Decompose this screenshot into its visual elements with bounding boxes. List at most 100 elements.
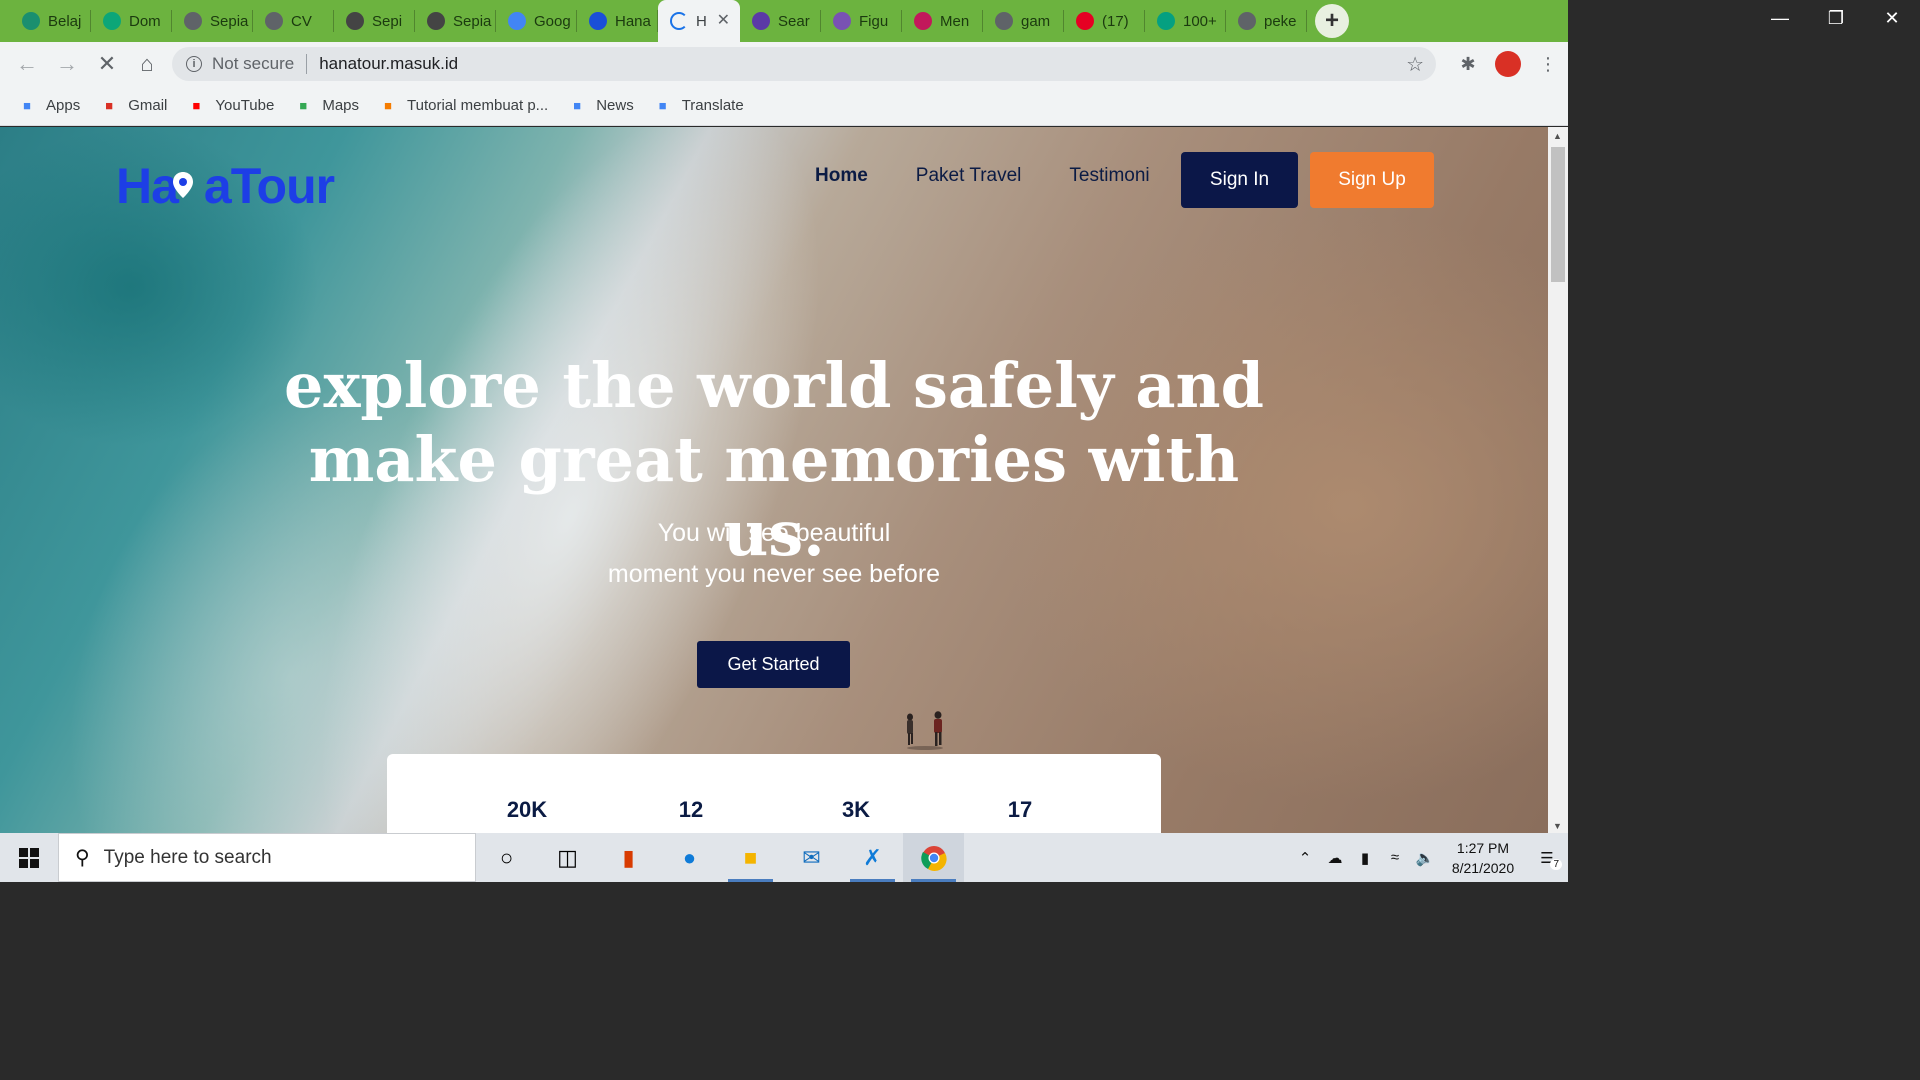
- windows-start-icon[interactable]: [0, 833, 58, 882]
- diamond-icon: [103, 12, 121, 30]
- loading-icon: [670, 12, 688, 30]
- logo-text-start: Ha: [116, 158, 178, 214]
- toolbar-right: ✱ ⋮: [1448, 42, 1568, 86]
- address-bar[interactable]: i Not secure hanatour.masuk.id ☆: [172, 47, 1436, 81]
- chevron-up-icon[interactable]: ⌃: [1290, 849, 1320, 867]
- browser-tab[interactable]: (17): [1064, 0, 1145, 42]
- clock-time: 1:27 PM: [1440, 838, 1526, 858]
- search-person-icon: [752, 12, 770, 30]
- scroll-down-icon[interactable]: ▼: [1553, 821, 1562, 831]
- location-pin-icon: [172, 171, 194, 199]
- page-viewport: HaaTour Home Paket Travel Testimoni Sign…: [0, 127, 1548, 833]
- task-view-icon[interactable]: ◫: [537, 833, 598, 882]
- bookmark-item[interactable]: ■ Gmail: [100, 97, 167, 115]
- globe-icon: [265, 12, 283, 30]
- wifi-icon[interactable]: ≈: [1380, 849, 1410, 866]
- bookmark-label: Gmail: [128, 97, 167, 114]
- scrollbar-thumb[interactable]: [1551, 147, 1565, 282]
- maps-pin-icon: ■: [294, 97, 312, 115]
- new-tab-icon[interactable]: +: [1315, 4, 1349, 38]
- nav-testimonials-link[interactable]: Testimoni: [1069, 165, 1149, 187]
- globe-icon: [995, 12, 1013, 30]
- volume-icon[interactable]: 🔈: [1410, 849, 1440, 867]
- home-icon[interactable]: ⌂: [127, 44, 167, 84]
- blogger-icon: ■: [379, 97, 397, 115]
- bookmark-item[interactable]: ■News: [568, 97, 634, 115]
- hero-subtitle-line: moment you never see before: [574, 554, 974, 595]
- chrome-icon[interactable]: [903, 833, 964, 882]
- onedrive-icon[interactable]: ☁: [1320, 849, 1350, 867]
- browser-tab[interactable]: Sepia: [172, 0, 253, 42]
- globe-icon: [184, 12, 202, 30]
- scroll-up-icon[interactable]: ▲: [1553, 131, 1562, 141]
- tab-active[interactable]: H✕: [658, 0, 740, 42]
- stats-card: 20K 12 3K 17: [387, 754, 1161, 833]
- browser-tab[interactable]: peke: [1226, 0, 1307, 42]
- cortana-icon[interactable]: ○: [476, 833, 537, 882]
- extensions-icon[interactable]: ✱: [1448, 54, 1488, 75]
- globe-icon: [1238, 12, 1256, 30]
- vscode-icon[interactable]: ✗: [842, 833, 903, 882]
- browser-tab[interactable]: Sear: [740, 0, 821, 42]
- forward-icon[interactable]: →: [47, 44, 87, 84]
- menu-kebab-icon[interactable]: ⋮: [1528, 54, 1568, 75]
- windows-taskbar: ⚲ Type here to search ○ ◫ ▮ ● ■ ✉ ✗ ⌃ ☁ …: [0, 833, 1568, 882]
- logo-text-end: aTour: [204, 158, 334, 214]
- bookmark-star-icon[interactable]: ☆: [1406, 52, 1424, 77]
- bookmark-label: Maps: [322, 97, 359, 114]
- apps-grid-icon: ■: [18, 97, 36, 115]
- browser-tab[interactable]: Belaj: [10, 0, 91, 42]
- minimize-icon[interactable]: —: [1752, 0, 1808, 36]
- edge-icon[interactable]: ●: [659, 833, 720, 882]
- restore-icon[interactable]: ❐: [1808, 0, 1864, 36]
- stop-loading-icon[interactable]: ✕: [87, 44, 127, 84]
- bookmark-item[interactable]: ■Tutorial membuat p...: [379, 97, 548, 115]
- url-text[interactable]: hanatour.masuk.id: [319, 54, 458, 74]
- browser-tab[interactable]: Sepi: [334, 0, 415, 42]
- back-icon[interactable]: ←: [7, 44, 47, 84]
- browser-tab[interactable]: gam: [983, 0, 1064, 42]
- browser-tab[interactable]: Men: [902, 0, 983, 42]
- sign-up-button[interactable]: Sign Up: [1310, 152, 1434, 208]
- pinterest-icon: [1076, 12, 1094, 30]
- file-explorer-icon[interactable]: ■: [720, 833, 781, 882]
- tab-title: Goog: [534, 13, 574, 30]
- gmail-icon: ■: [100, 97, 118, 115]
- bookmark-item[interactable]: ■YouTube: [187, 97, 274, 115]
- bookmark-item[interactable]: ■Apps: [18, 97, 80, 115]
- stat-value: 12: [651, 797, 731, 823]
- browser-tab[interactable]: 100+: [1145, 0, 1226, 42]
- sign-in-button[interactable]: Sign In: [1181, 152, 1298, 208]
- battery-icon[interactable]: ▮: [1350, 849, 1380, 867]
- taskbar-search[interactable]: ⚲ Type here to search: [58, 833, 476, 882]
- bootstrap-icon: [833, 12, 851, 30]
- close-window-icon[interactable]: ✕: [1864, 0, 1920, 36]
- bookmark-item[interactable]: ■ Maps: [294, 97, 359, 115]
- get-started-button[interactable]: Get Started: [697, 641, 850, 688]
- bookmark-item[interactable]: ■Translate: [654, 97, 744, 115]
- site-logo[interactable]: HaaTour: [116, 157, 334, 215]
- browser-tab[interactable]: Sepia: [415, 0, 496, 42]
- close-tab-icon[interactable]: ✕: [717, 10, 730, 30]
- translate-icon: ■: [654, 97, 672, 115]
- nav-packages-link[interactable]: Paket Travel: [916, 165, 1022, 187]
- mail-icon[interactable]: ✉: [781, 833, 842, 882]
- translate-icon: [508, 12, 526, 30]
- office-icon[interactable]: ▮: [598, 833, 659, 882]
- browser-tab[interactable]: Hana: [577, 0, 658, 42]
- info-icon[interactable]: i: [186, 56, 202, 72]
- avatar-icon: [427, 12, 445, 30]
- news-icon: ■: [568, 97, 586, 115]
- security-label: Not secure: [212, 54, 294, 74]
- system-tray: ⌃ ☁ ▮ ≈ 🔈 1:27 PM 8/21/2020 ☰7: [1290, 833, 1568, 882]
- vertical-scrollbar[interactable]: ▲ ▼: [1548, 127, 1568, 833]
- profile-avatar[interactable]: [1495, 51, 1521, 77]
- browser-tab[interactable]: Goog: [496, 0, 577, 42]
- nav-home-link[interactable]: Home: [815, 165, 868, 187]
- browser-tab[interactable]: Figu: [821, 0, 902, 42]
- clock[interactable]: 1:27 PM 8/21/2020: [1440, 838, 1526, 878]
- browser-tab[interactable]: CV: [253, 0, 334, 42]
- tab-title: (17): [1102, 13, 1142, 30]
- browser-tab[interactable]: Dom: [91, 0, 172, 42]
- notifications-icon[interactable]: ☰7: [1526, 849, 1568, 867]
